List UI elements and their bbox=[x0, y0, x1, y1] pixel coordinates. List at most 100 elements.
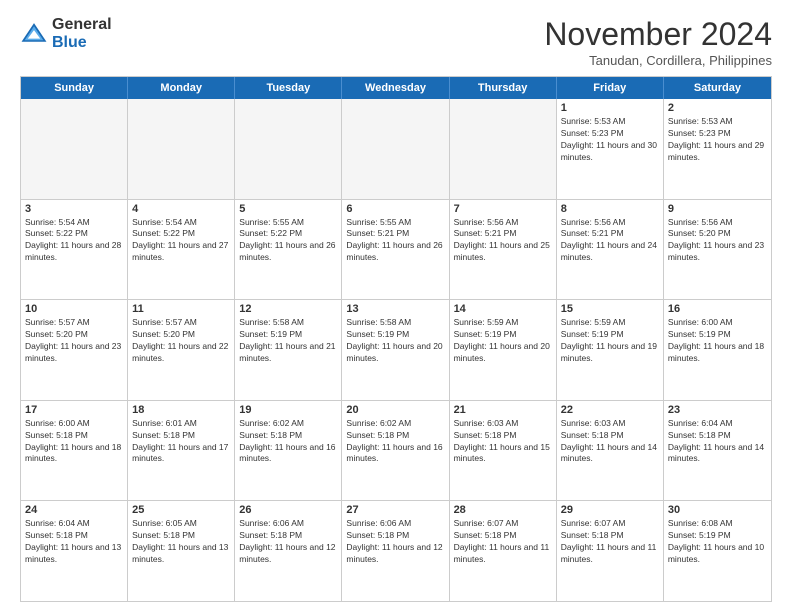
calendar-cell: 23Sunrise: 6:04 AMSunset: 5:18 PMDayligh… bbox=[664, 401, 771, 501]
calendar-cell: 5 Sunrise: 5:55 AMSunset: 5:22 PMDaylight… bbox=[235, 200, 342, 300]
calendar-cell bbox=[21, 99, 128, 199]
page: General Blue November 2024 Tanudan, Cord… bbox=[0, 0, 792, 612]
day-info: Sunrise: 6:06 AMSunset: 5:18 PMDaylight:… bbox=[346, 518, 444, 566]
header: General Blue November 2024 Tanudan, Cord… bbox=[20, 16, 772, 68]
day-number: 16 bbox=[668, 303, 767, 315]
day-info: Sunrise: 5:57 AMSunset: 5:20 PMDaylight:… bbox=[132, 317, 230, 365]
day-info: Sunrise: 5:54 AMSunset: 5:22 PMDaylight:… bbox=[25, 217, 123, 265]
calendar-cell: 19Sunrise: 6:02 AMSunset: 5:18 PMDayligh… bbox=[235, 401, 342, 501]
day-number: 7 bbox=[454, 203, 552, 215]
day-number: 22 bbox=[561, 404, 659, 416]
calendar-cell: 27 Sunrise: 6:06 AMSunset: 5:18 PMDayligh… bbox=[342, 501, 449, 601]
calendar-cell: 6Sunrise: 5:55 AMSunset: 5:21 PMDaylight… bbox=[342, 200, 449, 300]
day-info: Sunrise: 6:07 AMSunset: 5:18 PMDaylight:… bbox=[454, 518, 552, 566]
day-info: Sunrise: 5:56 AMSunset: 5:20 PMDaylight:… bbox=[668, 217, 767, 265]
calendar-cell: 21 Sunrise: 6:03 AMSunset: 5:18 PMDayligh… bbox=[450, 401, 557, 501]
day-info: Sunrise: 6:02 AMSunset: 5:18 PMDaylight:… bbox=[239, 418, 337, 466]
logo-blue: Blue bbox=[52, 34, 112, 52]
calendar-cell: 13 Sunrise: 5:58 AMSunset: 5:19 PMDayligh… bbox=[342, 300, 449, 400]
day-info: Sunrise: 6:00 AMSunset: 5:18 PMDaylight:… bbox=[25, 418, 123, 466]
calendar-cell bbox=[450, 99, 557, 199]
calendar-cell: 17 Sunrise: 6:00 AMSunset: 5:18 PMDayligh… bbox=[21, 401, 128, 501]
logo: General Blue bbox=[20, 16, 112, 51]
day-info: Sunrise: 6:03 AMSunset: 5:18 PMDaylight:… bbox=[561, 418, 659, 466]
calendar-cell: 2Sunrise: 5:53 AMSunset: 5:23 PMDaylight… bbox=[664, 99, 771, 199]
day-number: 18 bbox=[132, 404, 230, 416]
day-info: Sunrise: 5:58 AMSunset: 5:19 PMDaylight:… bbox=[346, 317, 444, 365]
day-number: 26 bbox=[239, 504, 337, 516]
logo-text: General Blue bbox=[52, 16, 112, 51]
day-number: 15 bbox=[561, 303, 659, 315]
day-number: 23 bbox=[668, 404, 767, 416]
calendar-cell: 14 Sunrise: 5:59 AMSunset: 5:19 PMDayligh… bbox=[450, 300, 557, 400]
calendar-cell: 25 Sunrise: 6:05 AMSunset: 5:18 PMDayligh… bbox=[128, 501, 235, 601]
calendar-row: 10Sunrise: 5:57 AMSunset: 5:20 PMDayligh… bbox=[21, 299, 771, 400]
day-number: 1 bbox=[561, 102, 659, 114]
logo-general: General bbox=[52, 16, 112, 34]
month-title: November 2024 bbox=[544, 16, 772, 53]
day-info: Sunrise: 6:08 AMSunset: 5:19 PMDaylight:… bbox=[668, 518, 767, 566]
calendar-cell bbox=[128, 99, 235, 199]
calendar-cell: 12Sunrise: 5:58 AMSunset: 5:19 PMDayligh… bbox=[235, 300, 342, 400]
calendar-cell: 22 Sunrise: 6:03 AMSunset: 5:18 PMDayligh… bbox=[557, 401, 664, 501]
day-number: 4 bbox=[132, 203, 230, 215]
day-number: 13 bbox=[346, 303, 444, 315]
calendar-cell: 3 Sunrise: 5:54 AMSunset: 5:22 PMDaylight… bbox=[21, 200, 128, 300]
calendar-cell: 29Sunrise: 6:07 AMSunset: 5:18 PMDayligh… bbox=[557, 501, 664, 601]
day-info: Sunrise: 6:03 AMSunset: 5:18 PMDaylight:… bbox=[454, 418, 552, 466]
weekday-header: Tuesday bbox=[235, 77, 342, 99]
calendar-header: SundayMondayTuesdayWednesdayThursdayFrid… bbox=[21, 77, 771, 99]
day-info: Sunrise: 5:55 AMSunset: 5:22 PMDaylight:… bbox=[239, 217, 337, 265]
day-number: 25 bbox=[132, 504, 230, 516]
day-number: 21 bbox=[454, 404, 552, 416]
day-info: Sunrise: 6:07 AMSunset: 5:18 PMDaylight:… bbox=[561, 518, 659, 566]
weekday-header: Saturday bbox=[664, 77, 771, 99]
day-number: 3 bbox=[25, 203, 123, 215]
logo-icon bbox=[20, 20, 48, 48]
day-number: 14 bbox=[454, 303, 552, 315]
calendar-cell: 9 Sunrise: 5:56 AMSunset: 5:20 PMDaylight… bbox=[664, 200, 771, 300]
day-number: 28 bbox=[454, 504, 552, 516]
day-number: 5 bbox=[239, 203, 337, 215]
day-info: Sunrise: 5:59 AMSunset: 5:19 PMDaylight:… bbox=[454, 317, 552, 365]
day-number: 17 bbox=[25, 404, 123, 416]
calendar: SundayMondayTuesdayWednesdayThursdayFrid… bbox=[20, 76, 772, 602]
day-number: 27 bbox=[346, 504, 444, 516]
day-info: Sunrise: 5:56 AMSunset: 5:21 PMDaylight:… bbox=[561, 217, 659, 265]
calendar-cell: 4 Sunrise: 5:54 AMSunset: 5:22 PMDaylight… bbox=[128, 200, 235, 300]
day-number: 20 bbox=[346, 404, 444, 416]
day-info: Sunrise: 5:54 AMSunset: 5:22 PMDaylight:… bbox=[132, 217, 230, 265]
weekday-header: Monday bbox=[128, 77, 235, 99]
title-block: November 2024 Tanudan, Cordillera, Phili… bbox=[544, 16, 772, 68]
day-number: 24 bbox=[25, 504, 123, 516]
day-info: Sunrise: 5:53 AMSunset: 5:23 PMDaylight:… bbox=[668, 116, 767, 164]
calendar-cell: 18 Sunrise: 6:01 AMSunset: 5:18 PMDayligh… bbox=[128, 401, 235, 501]
calendar-cell: 26 Sunrise: 6:06 AMSunset: 5:18 PMDayligh… bbox=[235, 501, 342, 601]
day-info: Sunrise: 6:01 AMSunset: 5:18 PMDaylight:… bbox=[132, 418, 230, 466]
calendar-cell: 30 Sunrise: 6:08 AMSunset: 5:19 PMDayligh… bbox=[664, 501, 771, 601]
day-number: 30 bbox=[668, 504, 767, 516]
day-number: 12 bbox=[239, 303, 337, 315]
day-number: 6 bbox=[346, 203, 444, 215]
day-number: 8 bbox=[561, 203, 659, 215]
calendar-cell: 28 Sunrise: 6:07 AMSunset: 5:18 PMDayligh… bbox=[450, 501, 557, 601]
calendar-cell: 15Sunrise: 5:59 AMSunset: 5:19 PMDayligh… bbox=[557, 300, 664, 400]
calendar-cell: 24 Sunrise: 6:04 AMSunset: 5:18 PMDayligh… bbox=[21, 501, 128, 601]
calendar-cell: 7Sunrise: 5:56 AMSunset: 5:21 PMDaylight… bbox=[450, 200, 557, 300]
day-number: 9 bbox=[668, 203, 767, 215]
day-info: Sunrise: 6:05 AMSunset: 5:18 PMDaylight:… bbox=[132, 518, 230, 566]
day-info: Sunrise: 6:06 AMSunset: 5:18 PMDaylight:… bbox=[239, 518, 337, 566]
day-info: Sunrise: 6:02 AMSunset: 5:18 PMDaylight:… bbox=[346, 418, 444, 466]
calendar-row: 24 Sunrise: 6:04 AMSunset: 5:18 PMDayligh… bbox=[21, 500, 771, 601]
weekday-header: Sunday bbox=[21, 77, 128, 99]
weekday-header: Wednesday bbox=[342, 77, 449, 99]
calendar-cell: 10Sunrise: 5:57 AMSunset: 5:20 PMDayligh… bbox=[21, 300, 128, 400]
day-info: Sunrise: 5:53 AMSunset: 5:23 PMDaylight:… bbox=[561, 116, 659, 164]
calendar-cell: 11Sunrise: 5:57 AMSunset: 5:20 PMDayligh… bbox=[128, 300, 235, 400]
weekday-header: Friday bbox=[557, 77, 664, 99]
calendar-row: 1 Sunrise: 5:53 AMSunset: 5:23 PMDaylight… bbox=[21, 99, 771, 199]
day-info: Sunrise: 6:04 AMSunset: 5:18 PMDaylight:… bbox=[25, 518, 123, 566]
day-info: Sunrise: 6:00 AMSunset: 5:19 PMDaylight:… bbox=[668, 317, 767, 365]
calendar-body: 1 Sunrise: 5:53 AMSunset: 5:23 PMDaylight… bbox=[21, 99, 771, 601]
calendar-cell bbox=[235, 99, 342, 199]
